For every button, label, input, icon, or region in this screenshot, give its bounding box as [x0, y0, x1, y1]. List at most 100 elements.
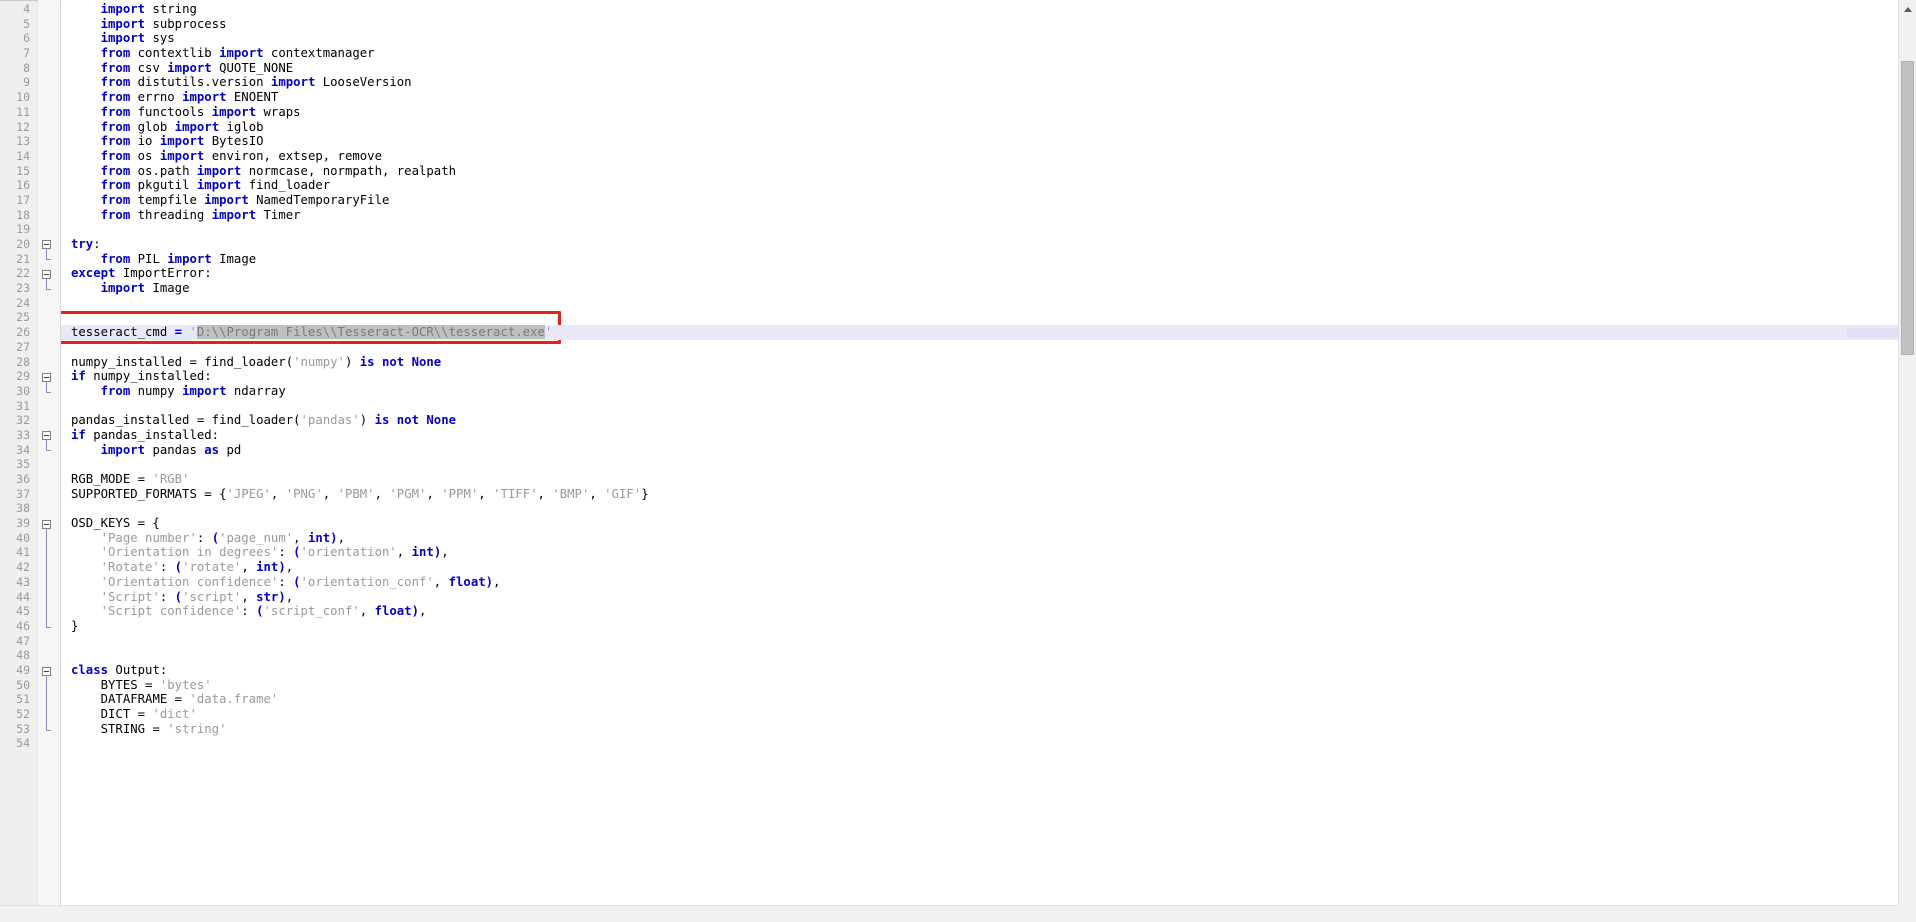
- fold-guide-line: [46, 249, 47, 254]
- fold-collapse-icon[interactable]: [42, 269, 51, 279]
- vertical-scrollbar[interactable]: [1898, 0, 1916, 906]
- code-token: from: [100, 383, 131, 398]
- line-number: 48: [16, 648, 30, 663]
- code-token: not: [396, 413, 419, 428]
- code-token: import: [100, 442, 146, 457]
- line-number: 46: [16, 618, 30, 633]
- code-line[interactable]: SUPPORTED_FORMATS = {'JPEG', 'PNG', 'PBM…: [61, 487, 1916, 502]
- code-line[interactable]: from glob import iglob: [61, 120, 1916, 135]
- scroll-up-arrow-icon[interactable]: [1899, 0, 1916, 17]
- line-number: 34: [16, 442, 30, 457]
- code-line[interactable]: [61, 222, 1916, 237]
- code-line[interactable]: from contextlib import contextmanager: [61, 46, 1916, 61]
- code-line[interactable]: from pkgutil import find_loader: [61, 178, 1916, 193]
- code-line[interactable]: import Image: [61, 281, 1916, 296]
- code-token: 'RGB': [152, 472, 190, 486]
- code-token: 'JPEG': [226, 486, 271, 501]
- code-token: (: [256, 604, 264, 619]
- code-line[interactable]: 'Orientation in degrees': ('orientation'…: [61, 545, 1916, 560]
- line-number: 25: [16, 310, 30, 325]
- code-line[interactable]: if numpy_installed:: [61, 369, 1916, 384]
- code-line[interactable]: import pandas as pd: [61, 443, 1916, 458]
- code-line[interactable]: from csv import QUOTE_NONE: [61, 61, 1916, 76]
- code-token: NamedTemporaryFile: [248, 192, 390, 207]
- fold-end-marker: [46, 288, 51, 290]
- code-line[interactable]: [61, 501, 1916, 516]
- code-line[interactable]: import sys: [61, 31, 1916, 46]
- code-line[interactable]: from tempfile import NamedTemporaryFile: [61, 193, 1916, 208]
- code-line[interactable]: DATAFRAME = 'data.frame': [61, 692, 1916, 707]
- code-line[interactable]: OSD_KEYS = {: [61, 516, 1916, 531]
- code-line[interactable]: if pandas_installed:: [61, 428, 1916, 443]
- code-line[interactable]: try:: [61, 237, 1916, 252]
- vertical-scrollbar-thumb[interactable]: [1901, 61, 1914, 355]
- code-token: ': [544, 325, 553, 340]
- code-token: str: [256, 589, 279, 604]
- code-line[interactable]: BYTES = 'bytes': [61, 678, 1916, 693]
- fold-collapse-icon[interactable]: [42, 240, 51, 250]
- code-line[interactable]: 'Page number': ('page_num', int),: [61, 531, 1916, 546]
- line-number-column: 4 5 6 7 8 9 10 11 12 13 14 15 16 17 18 19 20 21 22 23 24 25 26…: [0, 0, 38, 922]
- code-line[interactable]: 'Script': ('script', str),: [61, 590, 1916, 605]
- code-text-area[interactable]: import string import subprocess import s…: [61, 0, 1916, 922]
- code-line[interactable]: from errno import ENOENT: [61, 90, 1916, 105]
- fold-collapse-icon[interactable]: [42, 666, 51, 676]
- code-line-current[interactable]: tesseract_cmd = 'D:\\Program Files\\Tess…: [61, 325, 1916, 340]
- code-line[interactable]: from PIL import Image: [61, 252, 1916, 267]
- fold-guide-line: [46, 675, 47, 681]
- code-token: from: [100, 46, 131, 61]
- code-line[interactable]: pandas_installed = find_loader('pandas')…: [61, 413, 1916, 428]
- code-line[interactable]: 'Rotate': ('rotate', int),: [61, 560, 1916, 575]
- code-token: None: [411, 354, 442, 369]
- code-editor[interactable]: 4 5 6 7 8 9 10 11 12 13 14 15 16 17 18 19 20 21 22 23 24 25 26…: [0, 0, 1916, 922]
- code-line[interactable]: from os import environ, extsep, remove: [61, 149, 1916, 164]
- code-token: QUOTE_NONE: [211, 60, 294, 75]
- code-line[interactable]: from numpy import ndarray: [61, 384, 1916, 399]
- code-token: ENOENT: [226, 90, 279, 105]
- code-token: ): [411, 604, 420, 619]
- code-line[interactable]: STRING = 'string': [61, 722, 1916, 737]
- code-line[interactable]: 'Script confidence': ('script_conf', flo…: [61, 604, 1916, 619]
- code-token: ,: [270, 486, 286, 501]
- code-folding-column[interactable]: [38, 0, 60, 922]
- code-token: pkgutil: [130, 178, 197, 193]
- code-line[interactable]: [61, 310, 1916, 325]
- code-line[interactable]: [61, 296, 1916, 311]
- code-line[interactable]: [61, 457, 1916, 472]
- fold-end-marker: [46, 259, 51, 261]
- code-line[interactable]: DICT = 'dict': [61, 707, 1916, 722]
- code-line[interactable]: [61, 399, 1916, 414]
- code-token: ,: [537, 486, 553, 501]
- code-line[interactable]: RGB_MODE = 'RGB': [61, 472, 1916, 487]
- code-line[interactable]: 'Orientation confidence': ('orientation_…: [61, 575, 1916, 590]
- code-line[interactable]: [61, 634, 1916, 649]
- code-line[interactable]: }: [61, 619, 1916, 634]
- line-number: 29: [16, 369, 30, 384]
- code-line[interactable]: class Output:: [61, 663, 1916, 678]
- code-line[interactable]: from functools import wraps: [61, 105, 1916, 120]
- line-number: 11: [16, 104, 30, 119]
- fold-collapse-icon[interactable]: [42, 519, 51, 529]
- code-token: import: [219, 46, 264, 61]
- code-token: 'pandas': [300, 413, 360, 428]
- fold-guide-line: [46, 692, 47, 708]
- horizontal-scrollbar[interactable]: [0, 905, 1899, 922]
- code-line[interactable]: numpy_installed = find_loader('numpy') i…: [61, 355, 1916, 370]
- code-line[interactable]: from io import BytesIO: [61, 134, 1916, 149]
- fold-collapse-icon[interactable]: [42, 372, 51, 382]
- code-line[interactable]: [61, 736, 1916, 751]
- line-number: 43: [16, 574, 30, 589]
- code-line[interactable]: from threading import Timer: [61, 208, 1916, 223]
- code-line[interactable]: [61, 340, 1916, 355]
- fold-collapse-icon[interactable]: [42, 431, 51, 441]
- line-number: 36: [16, 472, 30, 486]
- code-line[interactable]: from os.path import normcase, normpath, …: [61, 164, 1916, 179]
- code-line[interactable]: import string: [61, 2, 1916, 17]
- code-line[interactable]: except ImportError:: [61, 266, 1916, 281]
- code-line[interactable]: import subprocess: [61, 17, 1916, 32]
- code-line[interactable]: from distutils.version import LooseVersi…: [61, 75, 1916, 90]
- code-line[interactable]: [61, 648, 1916, 663]
